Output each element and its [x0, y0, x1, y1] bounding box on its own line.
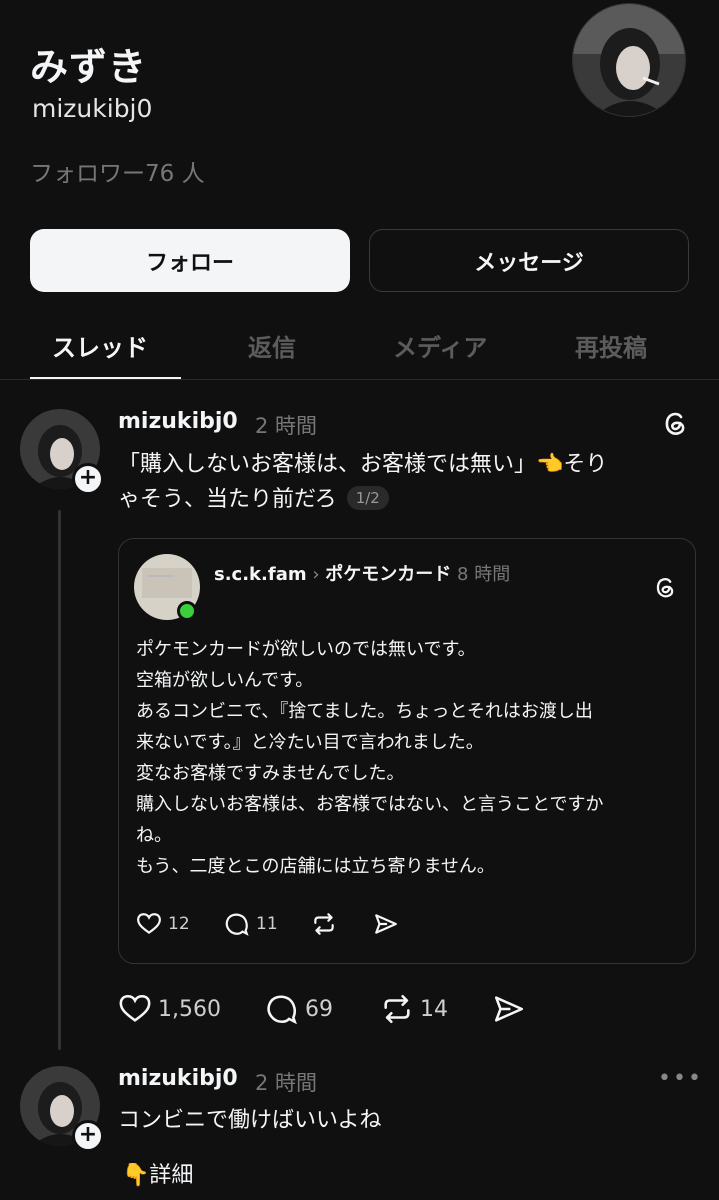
more-options-icon[interactable]: ••• — [658, 1066, 703, 1091]
quoted-post-line: 変なお客様ですみませんでした。 — [136, 763, 405, 784]
quoted-post-line: 空箱が欲しいんです。 — [136, 670, 314, 691]
quoted-post-header: s.c.k.fam › ポケモンカード 8 時間 — [214, 561, 554, 589]
repost-count: 14 — [420, 996, 448, 1022]
quoted-post-body: ポケモンカードが欲しいのでは無いです。 空箱が欲しいんです。 あるコンビニで、『… — [136, 634, 686, 882]
follow-plus-icon[interactable]: + — [72, 463, 104, 495]
profile-handle: mizukibj0 — [32, 94, 153, 123]
tab-replies[interactable]: 返信 — [248, 328, 296, 363]
post-body-line: ゃそう、当たり前だろ 1/2 — [118, 482, 698, 517]
heart-icon — [119, 994, 151, 1022]
online-status-dot — [177, 601, 197, 621]
repost-button[interactable]: 14 — [380, 992, 448, 1026]
quoted-username[interactable]: s.c.k.fam — [214, 564, 307, 585]
threads-logo-icon[interactable] — [659, 407, 691, 439]
quoted-post-line: あるコンビニで、『捨てました。ちょっとそれはお渡し出 — [136, 701, 593, 722]
follower-count[interactable]: フォロワー76 人 — [30, 154, 205, 188]
threads-logo-icon[interactable] — [651, 573, 679, 601]
comment-icon — [225, 913, 249, 936]
post-body-line: 「購入しないお客様は、お客様では無い」👈そり — [118, 452, 608, 477]
tab-threads[interactable]: スレッド — [52, 328, 148, 363]
send-icon — [375, 914, 397, 934]
quoted-share-button[interactable] — [373, 911, 399, 937]
follow-button[interactable]: フォロー — [30, 229, 350, 292]
quoted-like-count: 12 — [168, 914, 190, 934]
quoted-like-button[interactable]: 12 — [136, 911, 190, 937]
quoted-post-card[interactable]: s.c.k.fam › ポケモンカード 8 時間 ポケモンカードが欲しいのでは無… — [118, 538, 696, 964]
chevron-right-icon: › — [312, 564, 320, 585]
tab-reposts[interactable]: 再投稿 — [575, 328, 647, 363]
post-username[interactable]: mizukibj0 — [118, 409, 238, 434]
page-indicator-badge: 1/2 — [346, 486, 389, 510]
post-time: 2 時間 — [255, 1071, 318, 1095]
quoted-post-time: 8 時間 — [457, 564, 511, 585]
like-count: 1,560 — [158, 996, 221, 1022]
post-time: 2 時間 — [255, 414, 318, 438]
repost-icon — [314, 913, 334, 935]
comment-icon — [267, 995, 297, 1025]
post-body: コンビニで働けばいいよね — [118, 1108, 382, 1133]
profile-tabs: スレッド 返信 メディア 再投稿 — [0, 322, 719, 380]
repost-icon — [384, 994, 410, 1024]
quoted-post-line: ポケモンカードが欲しいのでは無いです。 — [136, 639, 476, 660]
post-detail-text: 👇詳細 — [122, 1163, 194, 1188]
quoted-topic-tag[interactable]: ポケモンカード — [325, 564, 451, 585]
quoted-post-line: もう、二度とこの店舗には立ち寄りません。 — [136, 856, 495, 877]
reply-button[interactable]: 69 — [265, 992, 333, 1026]
profile-avatar[interactable] — [572, 3, 686, 117]
share-button[interactable] — [492, 992, 526, 1026]
tab-media[interactable]: メディア — [393, 328, 487, 363]
quoted-reply-count: 11 — [256, 914, 278, 934]
post-username[interactable]: mizukibj0 — [118, 1066, 238, 1091]
post-body-line-text: ゃそう、当たり前だろ — [118, 487, 337, 512]
quoted-post-line: ね。 — [136, 825, 172, 846]
quoted-post-line: 来ないです。』と冷たい目で言われました。 — [136, 732, 484, 753]
post-body: 「購入しないお客様は、お客様では無い」👈そり ゃそう、当たり前だろ 1/2 — [118, 447, 698, 517]
heart-icon — [137, 913, 161, 934]
quoted-post-line: 購入しないお客様は、お客様ではない、と言うことですか — [136, 794, 604, 815]
message-button[interactable]: メッセージ — [369, 229, 689, 292]
quoted-repost-button[interactable] — [311, 911, 337, 937]
send-icon — [494, 996, 524, 1022]
active-tab-indicator — [30, 377, 181, 379]
quoted-reply-button[interactable]: 11 — [224, 911, 278, 937]
thread-connector-line — [58, 510, 61, 1050]
reply-count: 69 — [305, 996, 333, 1022]
follow-plus-icon[interactable]: + — [72, 1120, 104, 1152]
profile-name: みずき — [30, 45, 148, 89]
like-button[interactable]: 1,560 — [118, 992, 221, 1026]
